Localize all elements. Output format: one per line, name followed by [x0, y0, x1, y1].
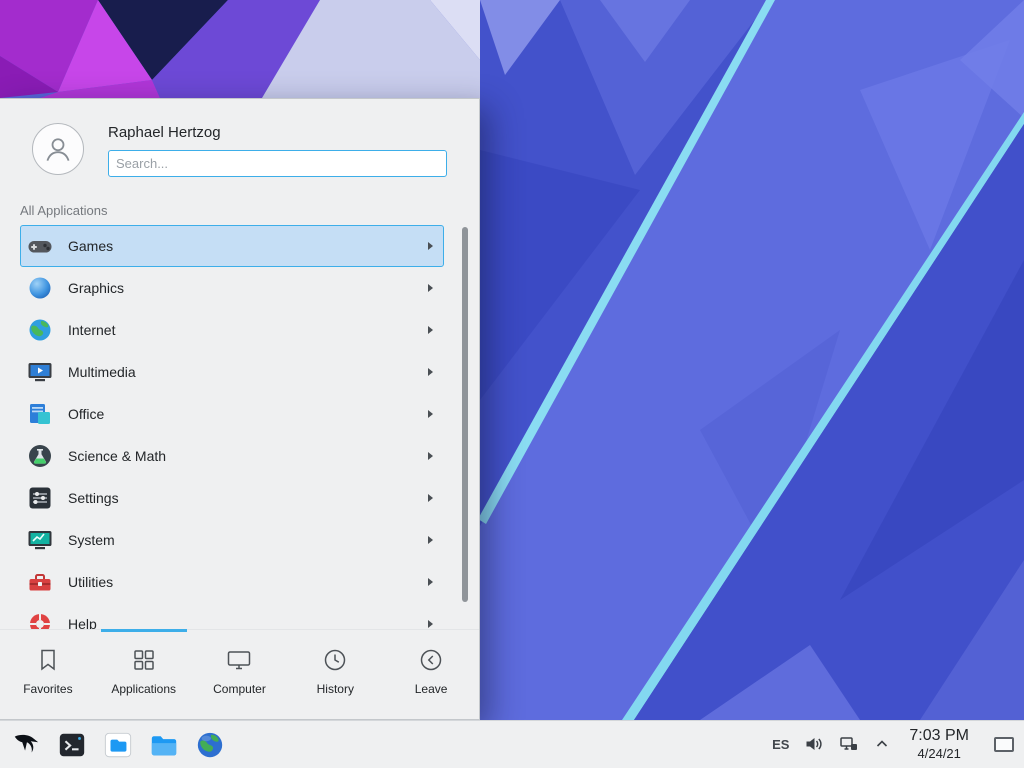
user-avatar[interactable] — [32, 123, 84, 175]
leave-icon — [417, 646, 445, 674]
category-internet[interactable]: Internet — [20, 309, 444, 351]
history-clock-icon — [321, 646, 349, 674]
help-icon — [26, 610, 54, 630]
tray-expander-arrow-icon[interactable] — [874, 736, 890, 752]
file-manager-icon — [103, 730, 133, 760]
tab-label: Computer — [213, 682, 266, 696]
launcher-header: Raphael Hertzog — [0, 99, 479, 187]
tab-label: History — [317, 682, 354, 696]
terminal-launcher[interactable] — [54, 727, 90, 763]
volume-icon[interactable] — [804, 734, 824, 754]
category-label: Multimedia — [68, 364, 428, 380]
tab-history[interactable]: History — [287, 630, 383, 719]
category-label: Settings — [68, 490, 428, 506]
application-launcher: Raphael Hertzog All Applications Games — [0, 98, 480, 720]
app-menu-button[interactable] — [8, 727, 44, 763]
folder-icon — [149, 730, 179, 760]
submenu-arrow-icon — [428, 620, 433, 628]
submenu-arrow-icon — [428, 578, 433, 586]
submenu-arrow-icon — [428, 494, 433, 502]
tab-label: Applications — [111, 682, 176, 696]
category-list: Games Graphics — [0, 225, 479, 630]
submenu-arrow-icon — [428, 410, 433, 418]
taskbar: ES 7:03 PM 4/24/21 — [0, 720, 1024, 768]
graphics-icon — [26, 274, 54, 302]
category-utilities[interactable]: Utilities — [20, 561, 444, 603]
category-label: System — [68, 532, 428, 548]
show-desktop-icon — [994, 737, 1014, 752]
show-desktop-button[interactable] — [992, 733, 1016, 755]
user-name: Raphael Hertzog — [108, 124, 447, 141]
category-science-math[interactable]: Science & Math — [20, 435, 444, 477]
category-system[interactable]: System — [20, 519, 444, 561]
keyboard-layout-indicator[interactable]: ES — [772, 737, 789, 752]
category-label: Science & Math — [68, 448, 428, 464]
tab-label: Leave — [415, 682, 448, 696]
computer-monitor-icon — [225, 646, 253, 674]
network-icon[interactable] — [839, 734, 859, 754]
category-label: Utilities — [68, 574, 428, 590]
person-icon — [40, 131, 76, 167]
bookmark-icon — [34, 646, 62, 674]
scrollbar[interactable] — [462, 227, 468, 602]
category-multimedia[interactable]: Multimedia — [20, 351, 444, 393]
category-office[interactable]: Office — [20, 393, 444, 435]
tab-label: Favorites — [23, 682, 72, 696]
category-label: Games — [68, 238, 428, 254]
submenu-arrow-icon — [428, 536, 433, 544]
internet-icon — [26, 316, 54, 344]
utilities-icon — [26, 568, 54, 596]
tab-favorites[interactable]: Favorites — [0, 630, 96, 719]
kali-menu-icon — [11, 730, 41, 760]
category-settings[interactable]: Settings — [20, 477, 444, 519]
submenu-arrow-icon — [428, 242, 433, 250]
browser-launcher[interactable] — [192, 727, 228, 763]
category-label: Internet — [68, 322, 428, 338]
tab-leave[interactable]: Leave — [383, 630, 479, 719]
clock-date: 4/24/21 — [909, 746, 969, 761]
category-help[interactable]: Help — [20, 603, 444, 630]
tab-computer[interactable]: Computer — [192, 630, 288, 719]
submenu-arrow-icon — [428, 326, 433, 334]
system-tray: ES 7:03 PM 4/24/21 — [772, 727, 1016, 761]
tab-applications[interactable]: Applications — [96, 630, 192, 719]
category-label: Graphics — [68, 280, 428, 296]
file-manager-launcher[interactable] — [100, 727, 136, 763]
section-label: All Applications — [0, 187, 479, 225]
settings-icon — [26, 484, 54, 512]
launcher-tabbar: Favorites Applications Computer — [0, 629, 479, 719]
submenu-arrow-icon — [428, 368, 433, 376]
office-icon — [26, 400, 54, 428]
browser-globe-icon — [195, 730, 225, 760]
submenu-arrow-icon — [428, 452, 433, 460]
system-icon — [26, 526, 54, 554]
search-input[interactable] — [108, 150, 447, 177]
clock-time: 7:03 PM — [909, 727, 969, 746]
applications-grid-icon — [130, 646, 158, 674]
submenu-arrow-icon — [428, 284, 433, 292]
category-games[interactable]: Games — [20, 225, 444, 267]
category-graphics[interactable]: Graphics — [20, 267, 444, 309]
science-icon — [26, 442, 54, 470]
games-icon — [26, 232, 54, 260]
digital-clock[interactable]: 7:03 PM 4/24/21 — [909, 727, 969, 761]
category-label: Help — [68, 616, 428, 630]
multimedia-icon — [26, 358, 54, 386]
folder-launcher[interactable] — [146, 727, 182, 763]
category-label: Office — [68, 406, 428, 422]
terminal-icon — [57, 730, 87, 760]
